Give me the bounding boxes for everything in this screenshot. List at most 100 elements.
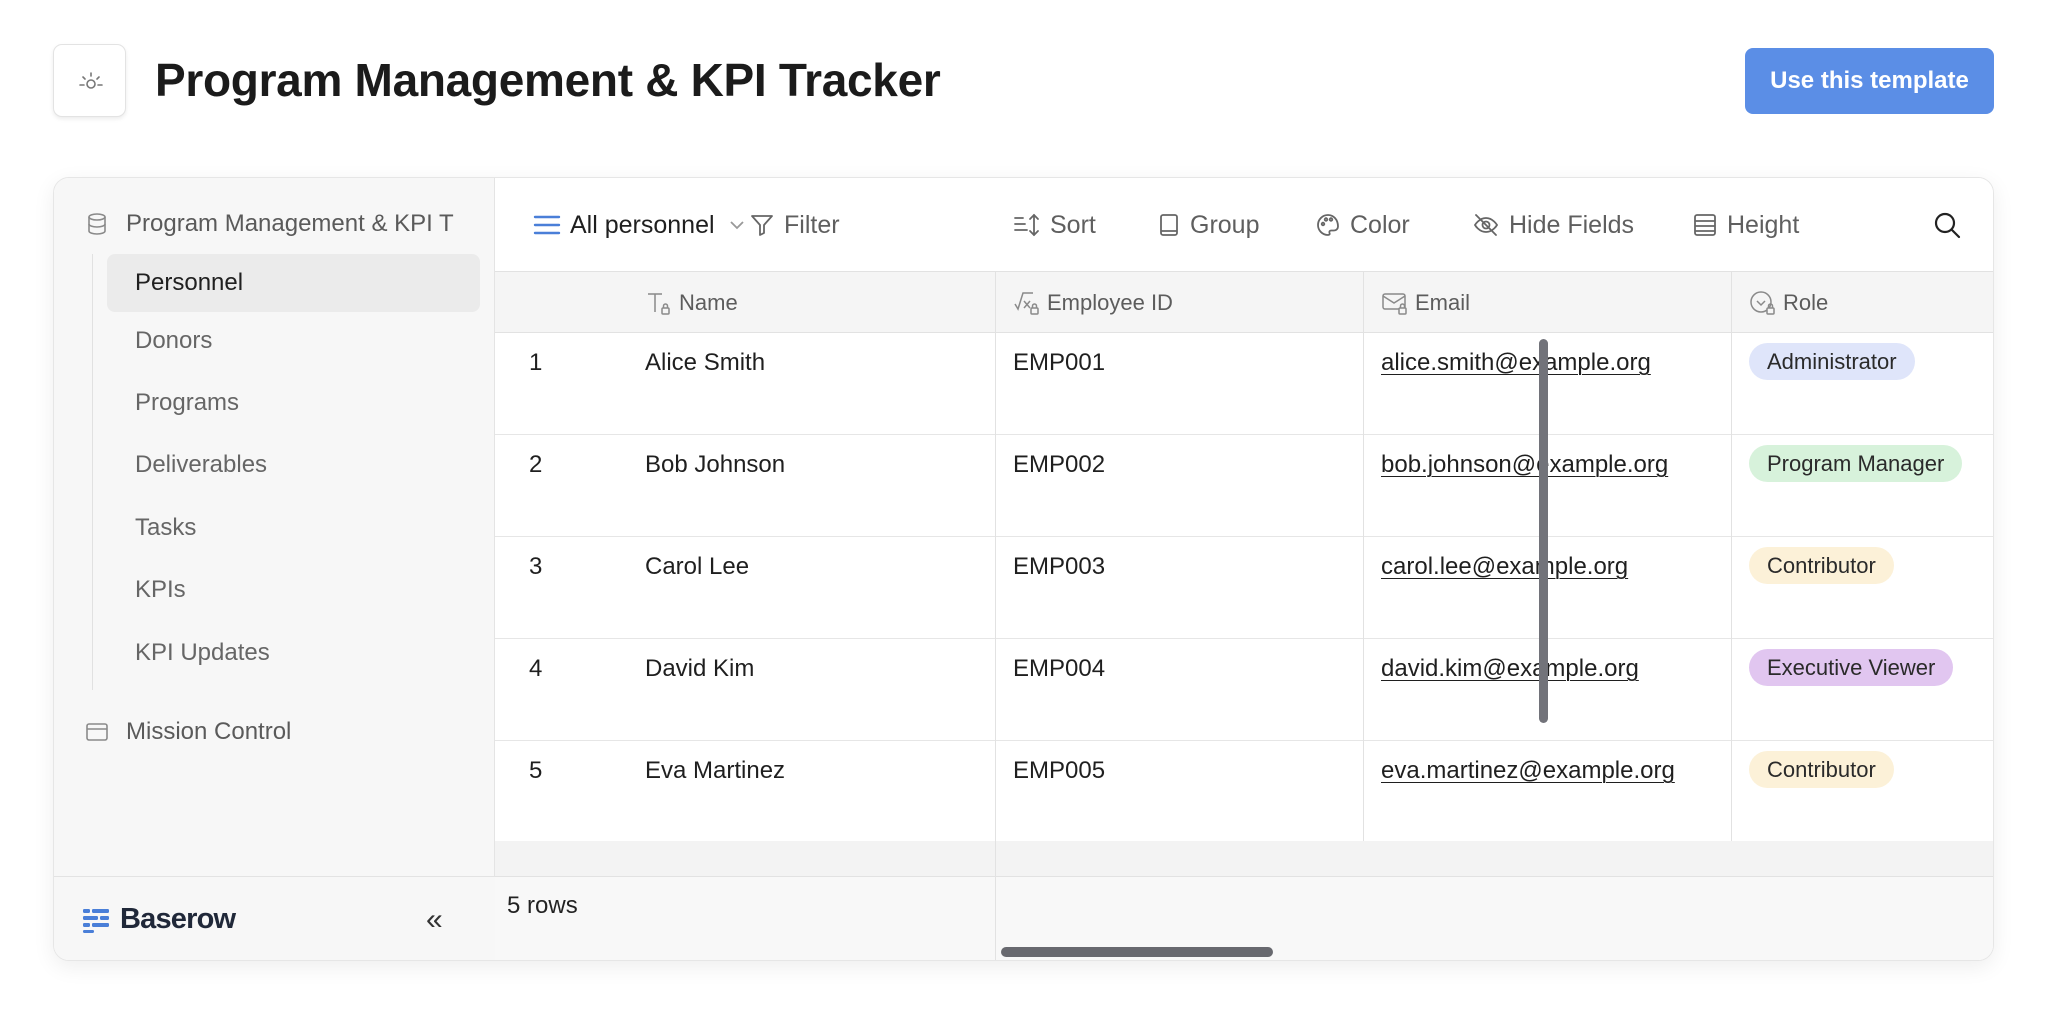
- table-row[interactable]: 1 Alice Smith EMP001 alice.smith@example…: [495, 333, 1993, 435]
- sidebar-footer: Baserow «: [54, 876, 495, 960]
- filter-label: Filter: [784, 210, 840, 239]
- cell-employee-id[interactable]: EMP004: [1013, 655, 1105, 683]
- horizontal-scrollbar[interactable]: [1001, 947, 1273, 957]
- table-row[interactable]: 3 Carol Lee EMP003 carol.lee@example.org…: [495, 537, 1993, 639]
- template-icon: [53, 44, 126, 117]
- row-count: 5 rows: [507, 892, 578, 919]
- sidebar: Program Management & KPI T Personnel Don…: [54, 178, 495, 960]
- cell-name[interactable]: David Kim: [645, 655, 754, 683]
- sidebar-item-programs[interactable]: Programs: [107, 374, 480, 432]
- search-button[interactable]: [1932, 210, 1962, 245]
- collapse-sidebar-button[interactable]: «: [426, 905, 443, 935]
- column-header-label: Role: [1783, 289, 1829, 315]
- group-icon: [1160, 214, 1178, 236]
- brand-name: Baserow: [120, 903, 236, 935]
- sidebar-item-kpi-updates[interactable]: KPI Updates: [107, 624, 480, 682]
- row-height-icon: [1694, 214, 1716, 236]
- column-header-role[interactable]: Role: [1749, 272, 1828, 333]
- sidebar-item-mission-control[interactable]: Mission Control: [84, 712, 291, 752]
- row-number: 3: [529, 553, 543, 580]
- row-number: 1: [529, 349, 543, 376]
- single-select-lock-icon: [1750, 290, 1775, 315]
- group-label: Group: [1190, 210, 1260, 239]
- group-button[interactable]: Group: [1157, 205, 1259, 245]
- role-badge[interactable]: Executive Viewer: [1749, 649, 1954, 686]
- role-badge[interactable]: Contributor: [1749, 751, 1894, 788]
- baserow-logo-icon: [83, 908, 109, 933]
- height-label: Height: [1727, 210, 1800, 239]
- sidebar-item-kpis[interactable]: KPIs: [107, 561, 480, 619]
- formula-lock-icon: [1014, 291, 1039, 315]
- table-row[interactable]: 4 David Kim EMP004 david.kim@example.org…: [495, 639, 1993, 741]
- cell-email[interactable]: david.kim@example.org: [1381, 655, 1639, 683]
- hide-fields-button[interactable]: Hide Fields: [1472, 205, 1634, 245]
- column-header-label: Email: [1415, 289, 1471, 315]
- mission-control-label: Mission Control: [126, 718, 292, 745]
- sidebar-item-personnel[interactable]: Personnel: [107, 254, 480, 312]
- view-selector[interactable]: All personnel: [533, 205, 754, 245]
- eye-off-icon: [1473, 214, 1499, 236]
- cell-name[interactable]: Eva Martinez: [645, 757, 785, 785]
- sidebar-item-deliverables[interactable]: Deliverables: [107, 436, 480, 494]
- table-row[interactable]: 5 Eva Martinez EMP005 eva.martinez@examp…: [495, 741, 1993, 843]
- column-header-label: Employee ID: [1047, 289, 1173, 315]
- column-header-name[interactable]: Name: [645, 272, 738, 333]
- frozen-column-divider: [995, 272, 996, 960]
- sidebar-item-tasks[interactable]: Tasks: [107, 499, 480, 557]
- brand[interactable]: Baserow: [82, 903, 236, 936]
- row-number: 2: [529, 451, 543, 478]
- application-icon: [84, 719, 110, 745]
- chevron-down-icon: [729, 221, 744, 230]
- cell-name[interactable]: Carol Lee: [645, 553, 749, 581]
- main-area: All personnel Filter Sort Group Color Hi…: [495, 178, 1993, 960]
- cell-employee-id[interactable]: EMP005: [1013, 757, 1105, 785]
- row-number: 4: [529, 655, 543, 682]
- grid-header: Name Employee ID Email Role: [495, 272, 1993, 333]
- column-header-label: Name: [679, 289, 738, 315]
- column-divider: [1731, 272, 1732, 841]
- cell-employee-id[interactable]: EMP003: [1013, 553, 1105, 581]
- database-label: Program Management & KPI T: [126, 210, 454, 237]
- tree-line: [92, 254, 93, 690]
- sort-label: Sort: [1050, 210, 1096, 239]
- cell-email[interactable]: carol.lee@example.org: [1381, 553, 1628, 581]
- cell-employee-id[interactable]: EMP001: [1013, 349, 1105, 377]
- role-badge[interactable]: Administrator: [1749, 343, 1915, 380]
- cell-name[interactable]: Alice Smith: [645, 349, 765, 377]
- filter-icon: [751, 215, 773, 236]
- cell-email[interactable]: bob.johnson@example.org: [1381, 451, 1668, 479]
- palette-icon: [1317, 214, 1339, 236]
- sort-icon: [1014, 213, 1039, 237]
- toolbar: All personnel Filter Sort Group Color Hi…: [495, 178, 1993, 272]
- row-number: 5: [529, 757, 543, 784]
- page-title: Program Management & KPI Tracker: [155, 54, 941, 106]
- search-icon: [1934, 212, 1961, 239]
- cell-email[interactable]: eva.martinez@example.org: [1381, 757, 1675, 785]
- grid-empty-area: [495, 841, 1993, 876]
- column-header-email[interactable]: Email: [1381, 272, 1470, 333]
- database-icon: [84, 211, 110, 237]
- use-template-button[interactable]: Use this template: [1745, 48, 1994, 114]
- role-badge[interactable]: Contributor: [1749, 547, 1894, 584]
- cell-name[interactable]: Bob Johnson: [645, 451, 785, 479]
- sidebar-database[interactable]: Program Management & KPI T: [84, 204, 484, 244]
- vertical-scrollbar[interactable]: [1539, 339, 1548, 723]
- cell-email[interactable]: alice.smith@example.org: [1381, 349, 1651, 377]
- sparkle-icon: [78, 71, 103, 89]
- filter-button[interactable]: Filter: [749, 205, 840, 245]
- cell-employee-id[interactable]: EMP002: [1013, 451, 1105, 479]
- role-badge[interactable]: Program Manager: [1749, 445, 1963, 482]
- column-divider: [1363, 272, 1364, 841]
- text-field-lock-icon: [648, 292, 670, 315]
- sidebar-item-donors[interactable]: Donors: [107, 312, 480, 370]
- grid-view-icon: [533, 215, 561, 235]
- sort-button[interactable]: Sort: [1013, 205, 1096, 245]
- color-button[interactable]: Color: [1315, 205, 1410, 245]
- email-lock-icon: [1382, 292, 1407, 315]
- view-name: All personnel: [570, 210, 715, 239]
- row-height-button[interactable]: Height: [1692, 205, 1799, 245]
- table-row[interactable]: 2 Bob Johnson EMP002 bob.johnson@example…: [495, 435, 1993, 537]
- column-header-employee-id[interactable]: Employee ID: [1013, 272, 1173, 333]
- app-frame: Program Management & KPI T Personnel Don…: [53, 177, 1994, 961]
- hide-fields-label: Hide Fields: [1509, 210, 1635, 239]
